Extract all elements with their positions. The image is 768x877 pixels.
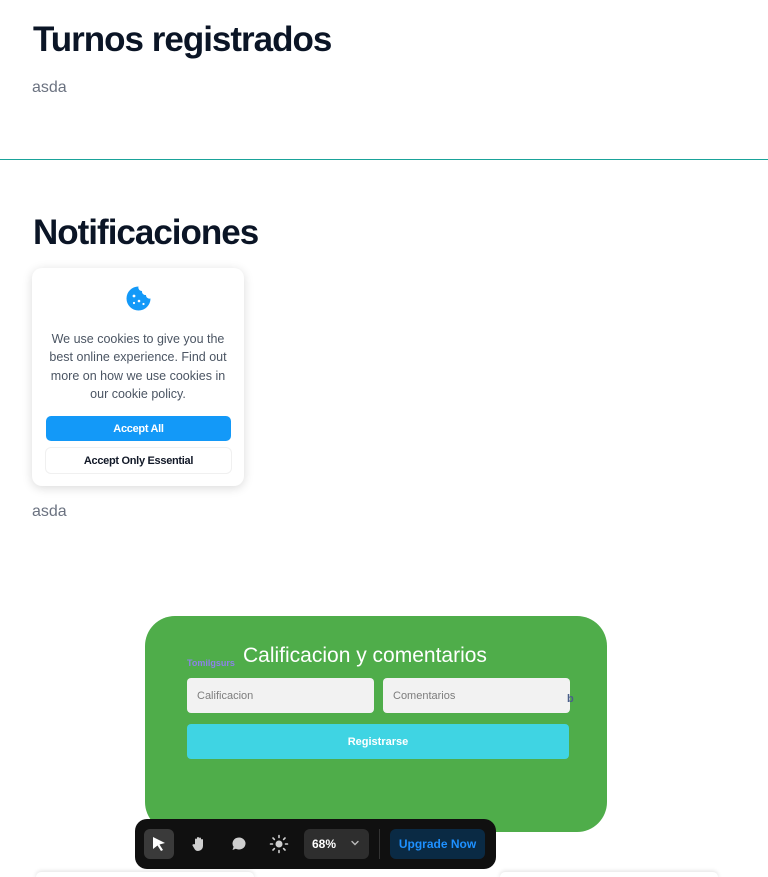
comments-input[interactable]: Comentarios <box>383 678 570 713</box>
chevron-down-icon <box>351 840 359 846</box>
form-tiny-label: Tomilgsurs <box>187 658 235 668</box>
rating-form-panel: Tomilgsurs Calificacion y comentarios Ca… <box>145 616 607 832</box>
accept-essential-button[interactable]: Accept Only Essential <box>46 448 231 473</box>
hand-icon <box>192 837 203 851</box>
register-button[interactable]: Registrarse <box>187 724 569 759</box>
zoom-select[interactable]: 68% <box>304 829 369 859</box>
accept-all-button[interactable]: Accept All <box>46 416 231 441</box>
section-divider <box>0 159 768 160</box>
turnos-text: asda <box>32 79 67 96</box>
partial-card <box>500 872 718 877</box>
upgrade-button[interactable]: Upgrade Now <box>390 829 485 859</box>
brightness-tool[interactable] <box>264 829 294 859</box>
rating-input[interactable]: Calificacion <box>187 678 374 713</box>
notificaciones-text: asda <box>32 503 67 520</box>
notificaciones-title: Notificaciones <box>33 213 259 252</box>
select-icon <box>153 837 165 851</box>
turnos-title: Turnos registrados <box>33 20 332 59</box>
cookie-icon <box>126 286 151 311</box>
cookie-banner: We use cookies to give you the best onli… <box>32 268 244 486</box>
floating-toolbar: 68% Upgrade Now <box>135 819 496 869</box>
zoom-value: 68% <box>312 837 337 851</box>
select-tool[interactable] <box>144 829 174 859</box>
form-title: Calificacion y comentarios <box>243 644 487 667</box>
comment-icon <box>232 837 246 850</box>
toolbar-separator <box>379 829 380 859</box>
comment-tool[interactable] <box>224 829 254 859</box>
hand-tool[interactable] <box>184 829 214 859</box>
brightness-icon <box>269 834 289 854</box>
cookie-message: We use cookies to give you the best onli… <box>49 332 227 402</box>
form-side-mark: b <box>567 693 574 705</box>
partial-card <box>36 872 254 877</box>
